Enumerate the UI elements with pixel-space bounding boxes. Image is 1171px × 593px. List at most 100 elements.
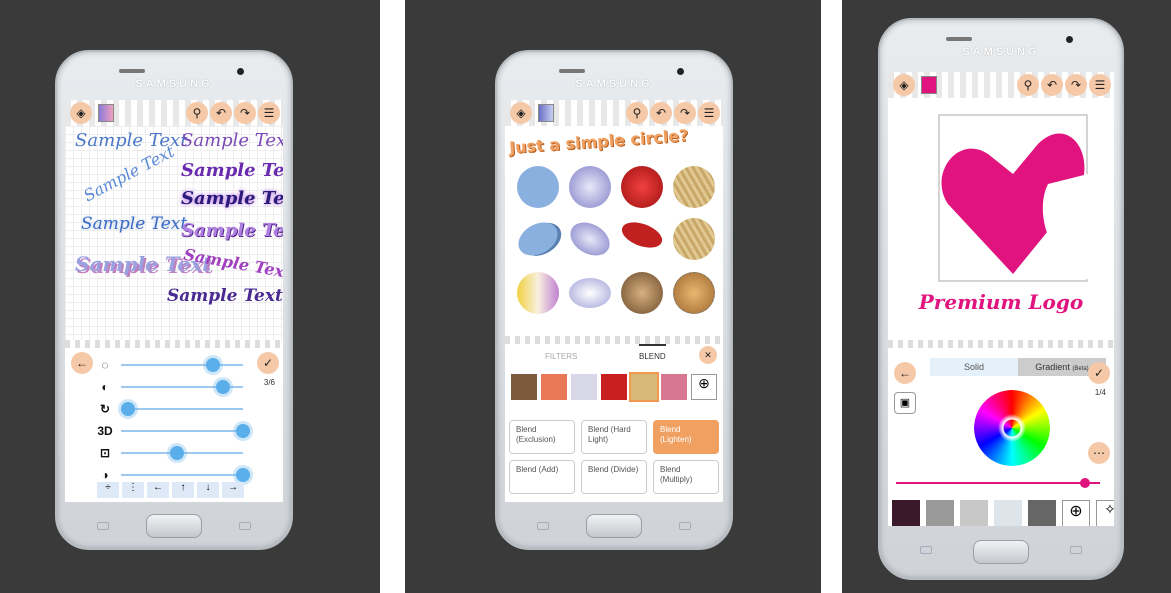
recent-apps-icon[interactable]	[920, 546, 932, 554]
color-slider-track[interactable]	[896, 478, 1100, 488]
blend-option[interactable]: Blend (Exclusion)	[509, 420, 575, 454]
texture-thumb[interactable]	[926, 500, 954, 526]
confirm-button[interactable]: ✓	[257, 352, 279, 374]
blend-option[interactable]: Blend (Add)	[509, 460, 575, 494]
slider-knob[interactable]	[235, 468, 250, 482]
tab-blend[interactable]: BLEND	[639, 344, 666, 361]
slider-row[interactable]: ◐	[95, 380, 243, 394]
texture-thumb[interactable]	[571, 374, 597, 400]
slider-row[interactable]: ◑	[95, 468, 250, 482]
circle-shape[interactable]	[517, 272, 559, 314]
redo-icon[interactable]: ↷	[234, 102, 256, 124]
menu-icon[interactable]: ☰	[258, 102, 280, 124]
sample-text[interactable]: Sample Text	[167, 286, 283, 306]
sample-text[interactable]: Sample Text	[181, 188, 283, 209]
magic-wand-icon[interactable]: ✧	[1096, 500, 1114, 526]
heart-logo-icon[interactable]	[938, 114, 1088, 282]
center-vertical-icon[interactable]: ÷	[97, 482, 119, 498]
texture-thumb[interactable]	[601, 374, 627, 400]
back-button[interactable]: ←	[894, 362, 916, 384]
move-right-icon[interactable]: →	[222, 482, 244, 498]
circle-shape[interactable]	[564, 215, 616, 263]
tab-filters[interactable]: FILTERS	[545, 352, 577, 361]
back-softkey-icon[interactable]	[679, 522, 691, 530]
move-down-icon[interactable]: ↓	[197, 482, 219, 498]
slider-knob[interactable]	[121, 402, 135, 416]
slider-knob[interactable]	[216, 380, 231, 394]
search-icon[interactable]: ⚲	[1017, 74, 1039, 96]
blend-option[interactable]: Blend (Hard Light)	[581, 420, 647, 454]
canvas[interactable]: Sample Text Sample Text Sample Text Samp…	[65, 126, 283, 340]
dog-photo-circle[interactable]	[621, 272, 663, 314]
color-swatch[interactable]	[538, 104, 554, 122]
undo-icon[interactable]: ↶	[210, 102, 232, 124]
slider-row[interactable]: ◌	[95, 358, 243, 372]
blend-option[interactable]: Blend (Divide)	[581, 460, 647, 494]
sample-text[interactable]: Sample Text	[80, 142, 177, 206]
slider-knob[interactable]	[206, 358, 221, 372]
menu-icon[interactable]: ☰	[1089, 74, 1111, 96]
sample-text[interactable]: Sample Text	[181, 130, 283, 151]
circle-shape[interactable]	[517, 166, 559, 208]
color-wheel[interactable]	[974, 390, 1050, 466]
center-horizontal-icon[interactable]: ⋮	[122, 482, 144, 498]
blend-option-selected[interactable]: Blend (Lighten)	[653, 420, 719, 454]
circle-shape[interactable]	[673, 166, 715, 208]
move-left-icon[interactable]: ←	[147, 482, 169, 498]
color-swatch[interactable]	[921, 76, 937, 94]
texture-thumb[interactable]	[511, 374, 537, 400]
sample-text[interactable]: Sample Text	[181, 160, 283, 181]
layers-icon[interactable]: ◈	[70, 102, 92, 124]
slider-row[interactable]: 3D	[95, 424, 250, 438]
recent-apps-icon[interactable]	[537, 522, 549, 530]
sample-text[interactable]: Sample Text	[81, 214, 187, 234]
back-button[interactable]: ←	[71, 352, 93, 374]
layers-icon[interactable]: ◈	[893, 74, 915, 96]
move-up-icon[interactable]: ↑	[172, 482, 194, 498]
close-icon[interactable]: ✕	[699, 346, 717, 364]
circle-shape[interactable]	[621, 166, 663, 208]
color-slider-knob[interactable]	[1079, 478, 1090, 488]
circle-shape[interactable]	[569, 278, 611, 308]
headline-text[interactable]: Just a simple circle?	[509, 126, 689, 157]
sample-text[interactable]: Sample Text	[181, 220, 283, 241]
texture-thumb[interactable]	[994, 500, 1022, 526]
image-picker-icon[interactable]: ▣	[894, 392, 916, 414]
cat-photo-circle[interactable]	[673, 272, 715, 314]
blend-option[interactable]: Blend (Multiply)	[653, 460, 719, 494]
texture-thumb[interactable]	[960, 500, 988, 526]
search-icon[interactable]: ⚲	[626, 102, 648, 124]
back-softkey-icon[interactable]	[1070, 546, 1082, 554]
texture-thumb[interactable]	[892, 500, 920, 526]
circle-shape[interactable]	[673, 218, 715, 260]
recent-apps-icon[interactable]	[97, 522, 109, 530]
logo-text[interactable]: Premium Logo	[888, 290, 1114, 314]
menu-icon[interactable]: ☰	[698, 102, 720, 124]
slider-row[interactable]: ⊡	[95, 446, 243, 460]
sample-text[interactable]: Sample Text	[182, 245, 283, 283]
texture-thumb[interactable]	[629, 372, 659, 402]
layers-icon[interactable]: ◈	[510, 102, 532, 124]
search-icon[interactable]: ⚲	[186, 102, 208, 124]
redo-icon[interactable]: ↷	[1065, 74, 1087, 96]
home-button[interactable]	[973, 540, 1029, 564]
home-button[interactable]	[146, 514, 202, 538]
tab-solid[interactable]: Solid	[930, 358, 1018, 376]
texture-thumb[interactable]	[541, 374, 567, 400]
home-button[interactable]	[586, 514, 642, 538]
slider-knob[interactable]	[169, 446, 184, 460]
back-softkey-icon[interactable]	[239, 522, 251, 530]
circle-shape[interactable]	[512, 215, 564, 263]
more-options-icon[interactable]: ⋯	[1088, 442, 1110, 464]
circle-shape[interactable]	[569, 166, 611, 208]
color-swatch[interactable]	[98, 104, 114, 122]
confirm-button[interactable]: ✓	[1088, 362, 1110, 384]
undo-icon[interactable]: ↶	[1041, 74, 1063, 96]
add-icon[interactable]: ⊕	[1062, 500, 1090, 526]
undo-icon[interactable]: ↶	[650, 102, 672, 124]
texture-thumb[interactable]	[661, 374, 687, 400]
redo-icon[interactable]: ↷	[674, 102, 696, 124]
slider-knob[interactable]	[235, 424, 250, 438]
slider-row[interactable]: ↻	[95, 402, 243, 416]
circle-shape[interactable]	[618, 217, 666, 253]
